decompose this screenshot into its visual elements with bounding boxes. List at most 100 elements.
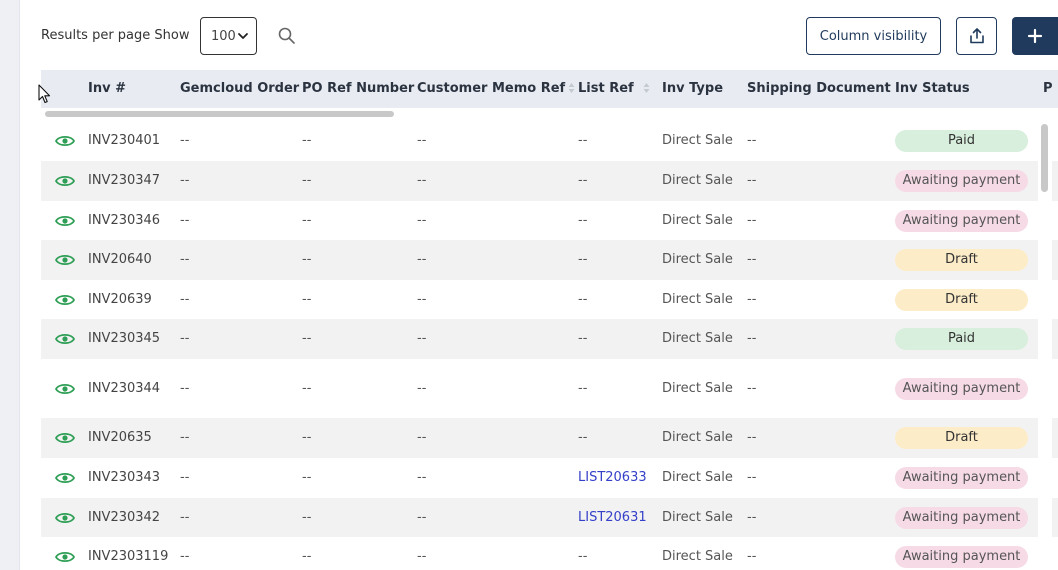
list-ref-link[interactable]: LIST20631 xyxy=(578,510,647,525)
po-ref-cell: -- xyxy=(302,331,312,346)
table-toolbar: Results per page Show 100 Column visibil… xyxy=(41,17,1058,55)
table-row[interactable]: INV230342 -- -- -- LIST20631 Direct Sale -- Awa… xyxy=(41,498,1058,537)
column-header-list-ref[interactable]: List Ref xyxy=(578,70,650,108)
inv-number-cell: INV20640 xyxy=(88,252,152,267)
list-ref-cell: -- xyxy=(578,381,588,396)
table-row[interactable]: INV20640 -- -- -- -- Direct Sale -- Draft xyxy=(41,240,1058,280)
shipping-document-cell: -- xyxy=(747,252,757,267)
customer-memo-ref-cell: -- xyxy=(417,213,427,228)
list-ref-cell: -- xyxy=(578,213,588,228)
upload-icon xyxy=(969,28,984,44)
column-visibility-button[interactable]: Column visibility xyxy=(806,17,941,55)
horizontal-scrollbar-thumb[interactable] xyxy=(45,111,394,117)
export-button[interactable] xyxy=(956,17,997,55)
invoice-table: Inv # Gemcloud Order PO Ref Number Custo… xyxy=(41,70,1058,570)
customer-memo-ref-cell: -- xyxy=(417,173,427,188)
inv-number-cell: INV230345 xyxy=(88,331,161,346)
inv-type-cell: Direct Sale xyxy=(662,331,733,346)
shipping-document-cell: -- xyxy=(747,430,757,445)
inv-type-cell: Direct Sale xyxy=(662,430,733,445)
gemcloud-order-cell: -- xyxy=(180,252,190,267)
table-row[interactable]: INV230401 -- -- -- -- Direct Sale -- Paid xyxy=(41,121,1058,161)
column-header-inv[interactable]: Inv # xyxy=(88,70,126,108)
gemcloud-order-cell: -- xyxy=(180,213,190,228)
inv-number-cell: INV230401 xyxy=(88,133,161,148)
column-header-customer-memo-ref[interactable]: Customer Memo Ref xyxy=(417,70,575,108)
gemcloud-order-cell: -- xyxy=(180,331,190,346)
view-eye-icon[interactable] xyxy=(55,293,75,307)
column-header-inv-status[interactable]: Inv Status xyxy=(895,70,970,108)
po-ref-cell: -- xyxy=(302,381,312,396)
status-badge: Draft xyxy=(895,289,1028,311)
page-size-select[interactable]: 100 xyxy=(200,17,257,55)
mouse-cursor-icon xyxy=(38,84,51,104)
table-row[interactable]: INV230344 -- -- -- -- Direct Sale -- Awaiting p… xyxy=(41,359,1058,418)
column-header-po-ref[interactable]: PO Ref Number xyxy=(302,70,414,108)
list-ref-cell: -- xyxy=(578,292,588,307)
table-row[interactable]: INV230343 -- -- -- LIST20633 Direct Sale -- Awa… xyxy=(41,458,1058,498)
table-row[interactable]: INV20639 -- -- -- -- Direct Sale -- Draft xyxy=(41,280,1058,319)
column-header-gemcloud-order[interactable]: Gemcloud Order xyxy=(180,70,299,108)
po-ref-cell: -- xyxy=(302,470,312,485)
customer-memo-ref-cell: -- xyxy=(417,470,427,485)
view-eye-icon[interactable] xyxy=(55,382,75,396)
shipping-document-cell: -- xyxy=(747,470,757,485)
customer-memo-ref-label: Customer Memo Ref xyxy=(417,81,566,96)
shipping-document-cell: -- xyxy=(747,173,757,188)
status-badge: Paid xyxy=(895,130,1028,152)
list-ref-cell: -- xyxy=(578,173,588,188)
search-icon[interactable] xyxy=(277,26,297,46)
list-ref-link[interactable]: LIST20633 xyxy=(578,470,647,485)
column-header-p[interactable]: P xyxy=(1043,70,1053,108)
status-badge: Draft xyxy=(895,427,1028,449)
vertical-scrollbar-thumb[interactable] xyxy=(1041,124,1048,192)
status-badge: Awaiting payment xyxy=(895,378,1028,400)
po-ref-cell: -- xyxy=(302,292,312,307)
view-eye-icon[interactable] xyxy=(55,214,75,228)
plus-icon xyxy=(1027,28,1043,44)
inv-type-cell: Direct Sale xyxy=(662,549,733,564)
view-eye-icon[interactable] xyxy=(55,174,75,188)
inv-type-cell: Direct Sale xyxy=(662,252,733,267)
sort-icon[interactable] xyxy=(643,82,650,94)
inv-number-cell: INV20639 xyxy=(88,292,152,307)
list-ref-cell: -- xyxy=(578,252,588,267)
po-ref-cell: -- xyxy=(302,430,312,445)
table-header: Inv # Gemcloud Order PO Ref Number Custo… xyxy=(41,70,1058,108)
horizontal-scrollbar[interactable] xyxy=(41,108,1058,121)
table-row[interactable]: INV2303119 -- -- -- -- Direct Sale -- Awaiting … xyxy=(41,537,1058,570)
inv-number-cell: INV230347 xyxy=(88,173,161,188)
view-eye-icon[interactable] xyxy=(55,253,75,267)
inv-type-cell: Direct Sale xyxy=(662,510,733,525)
shipping-document-cell: -- xyxy=(747,213,757,228)
view-eye-icon[interactable] xyxy=(55,550,75,564)
customer-memo-ref-cell: -- xyxy=(417,549,427,564)
shipping-document-cell: -- xyxy=(747,331,757,346)
status-badge: Awaiting payment xyxy=(895,546,1028,568)
gemcloud-order-cell: -- xyxy=(180,133,190,148)
table-row[interactable]: INV230346 -- -- -- -- Direct Sale -- Awaiting p… xyxy=(41,201,1058,240)
view-eye-icon[interactable] xyxy=(55,511,75,525)
gemcloud-order-cell: -- xyxy=(180,173,190,188)
inv-type-cell: Direct Sale xyxy=(662,292,733,307)
view-eye-icon[interactable] xyxy=(55,431,75,445)
table-row[interactable]: INV20635 -- -- -- -- Direct Sale -- Draft xyxy=(41,418,1058,458)
chevron-down-icon xyxy=(238,33,248,39)
table-row[interactable]: INV230345 -- -- -- -- Direct Sale -- Paid xyxy=(41,319,1058,359)
vertical-scrollbar[interactable] xyxy=(1038,121,1052,570)
customer-memo-ref-cell: -- xyxy=(417,510,427,525)
inv-type-cell: Direct Sale xyxy=(662,213,733,228)
add-button[interactable] xyxy=(1012,17,1058,55)
list-ref-cell: -- xyxy=(578,133,588,148)
list-ref-cell: -- xyxy=(578,549,588,564)
view-eye-icon[interactable] xyxy=(55,332,75,346)
left-rail xyxy=(0,0,20,570)
view-eye-icon[interactable] xyxy=(55,471,75,485)
table-row[interactable]: INV230347 -- -- -- -- Direct Sale -- Awaiting p… xyxy=(41,161,1058,201)
column-header-inv-type[interactable]: Inv Type xyxy=(662,70,723,108)
inv-type-cell: Direct Sale xyxy=(662,133,733,148)
view-eye-icon[interactable] xyxy=(55,134,75,148)
sort-icon[interactable] xyxy=(568,82,575,94)
column-header-shipping-document[interactable]: Shipping Document xyxy=(747,70,891,108)
results-per-page-label: Results per page Show xyxy=(41,28,190,43)
